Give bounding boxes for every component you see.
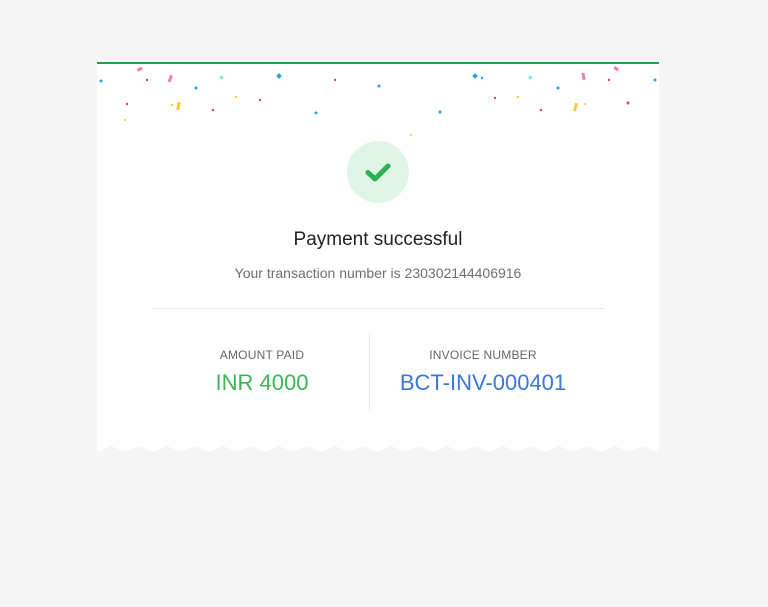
invoice-number-section: INVOICE NUMBER BCT-INV-000401 — [369, 334, 597, 396]
payment-receipt-card: * * Payment successful Your transaction … — [97, 62, 659, 460]
divider — [152, 308, 604, 309]
svg-text:*: * — [528, 75, 533, 85]
payment-status-title: Payment successful — [293, 229, 463, 250]
amount-paid-label: AMOUNT PAID — [219, 348, 305, 362]
confetti-decoration: * * — [99, 66, 657, 136]
amount-paid-section: AMOUNT PAID INR 4000 — [147, 334, 377, 396]
invoice-number-label: INVOICE NUMBER — [429, 348, 537, 362]
amount-paid-value: INR 4000 — [215, 370, 309, 395]
success-check-badge — [347, 141, 409, 203]
transaction-number-text: Your transaction number is 2303021444069… — [234, 265, 522, 281]
checkmark-icon — [365, 163, 391, 182]
svg-text:*: * — [219, 75, 224, 85]
invoice-number-value: BCT-INV-000401 — [399, 370, 567, 395]
receipt-torn-edge — [97, 446, 659, 460]
